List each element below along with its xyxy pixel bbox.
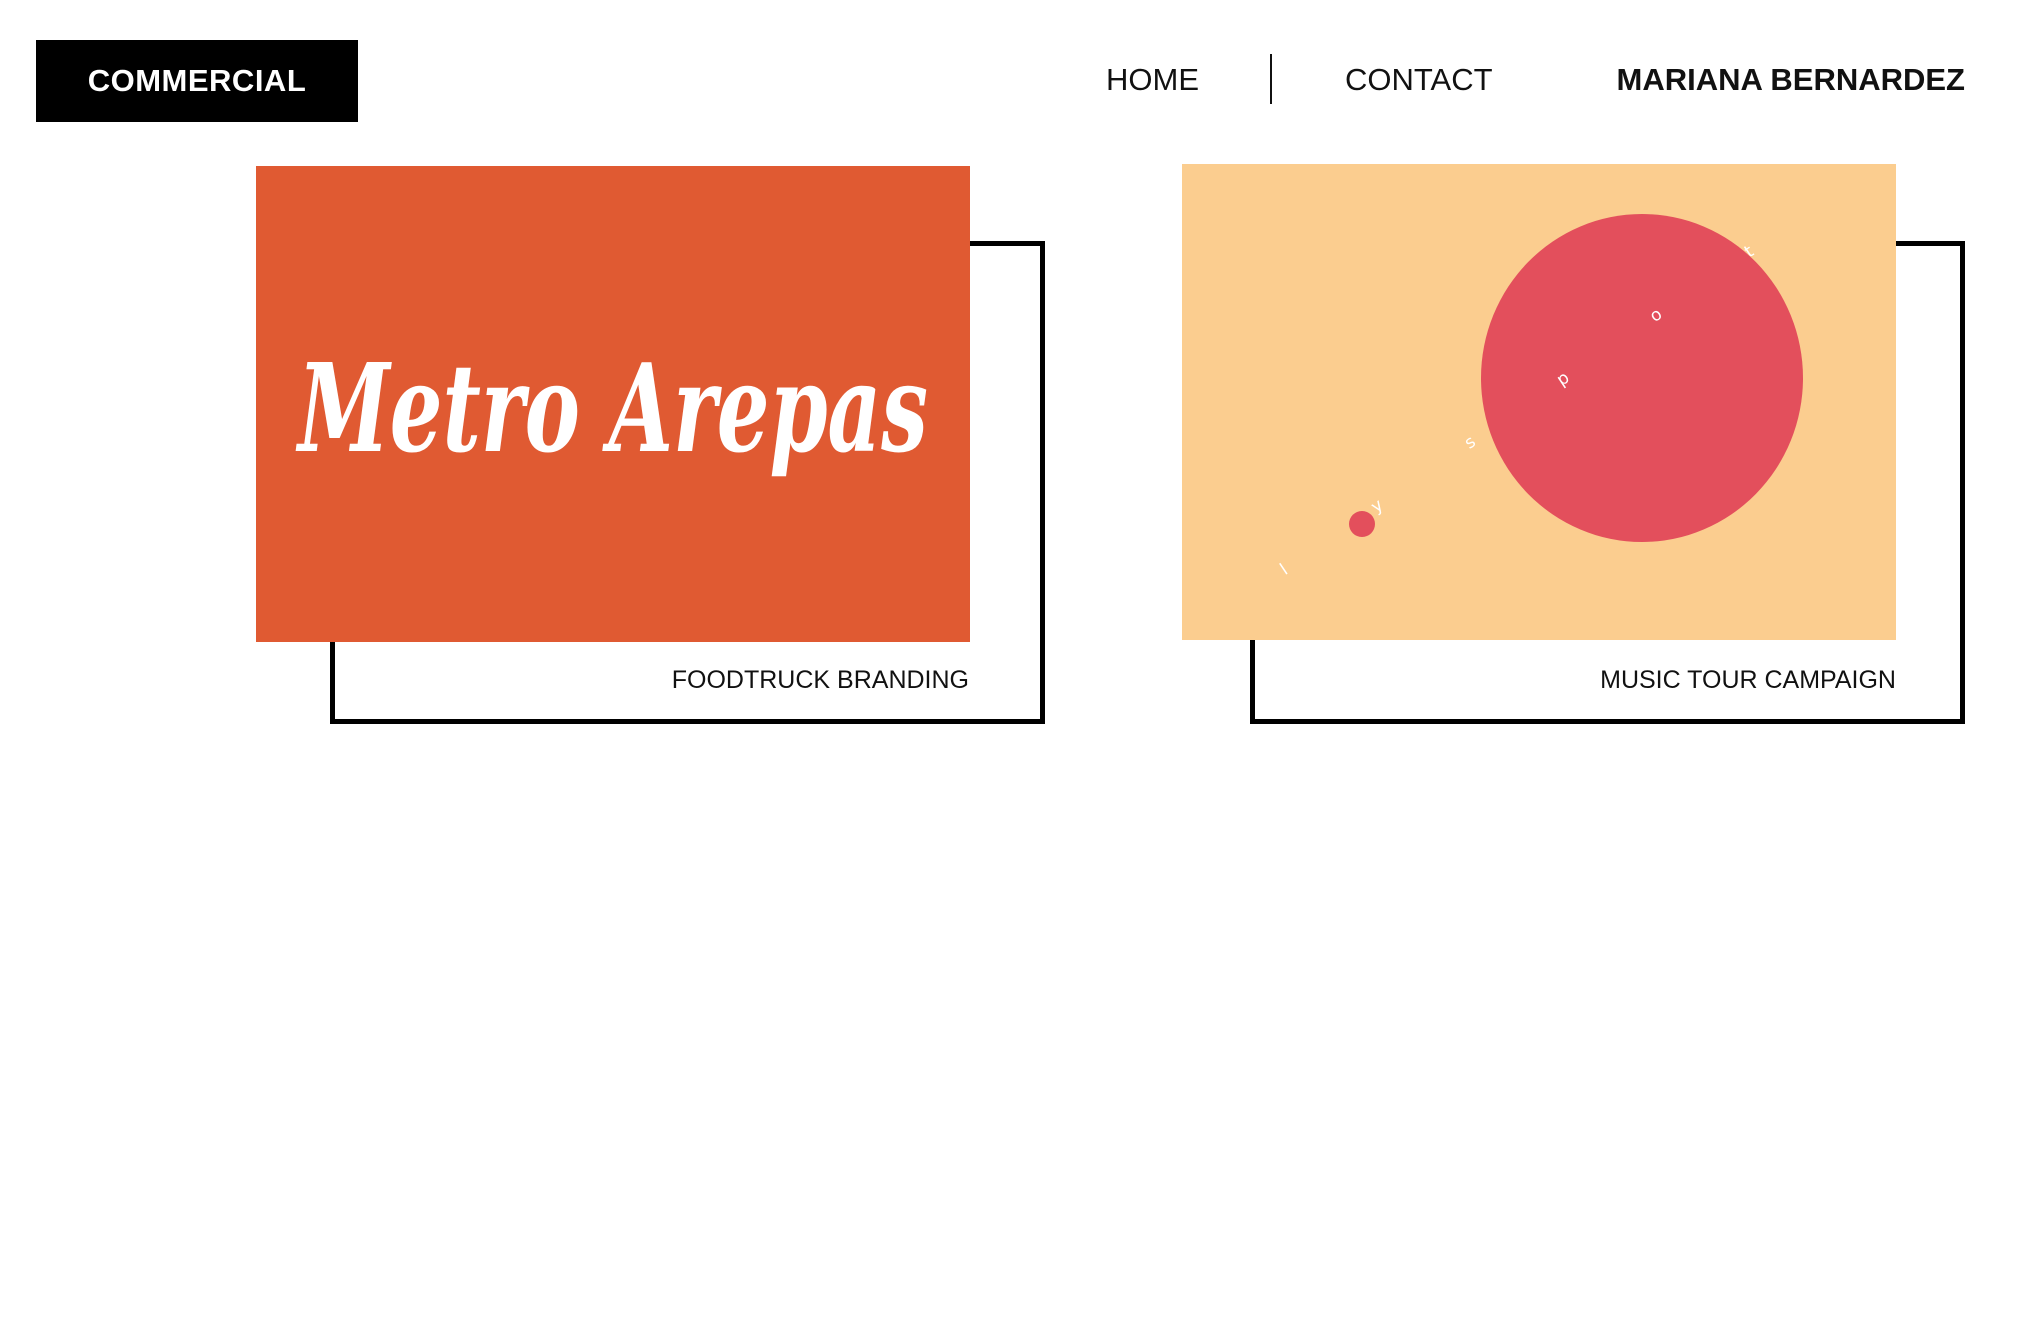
nav-contact-link[interactable]: CONTACT xyxy=(1345,60,1493,100)
project-caption-music-tour[interactable]: MUSIC TOUR CAMPAIGN xyxy=(1600,665,1896,695)
metro-arepas-artwork: Metro Arepas xyxy=(256,166,970,642)
project-caption-metro-arepas[interactable]: FOODTRUCK BRANDING xyxy=(672,665,969,695)
music-tour-big-circle xyxy=(1481,214,1803,542)
music-tour-small-dot xyxy=(1349,511,1375,537)
nav-home-link[interactable]: HOME xyxy=(1106,60,1199,100)
project-image-metro-arepas[interactable]: Metro Arepas xyxy=(256,166,970,642)
site-owner-name: MARIANA BERNARDEZ xyxy=(1616,62,1965,97)
category-badge[interactable]: COMMERCIAL xyxy=(36,40,358,122)
music-tour-artwork: lyspot xyxy=(1182,164,1896,640)
category-label: COMMERCIAL xyxy=(87,63,307,98)
nav-divider xyxy=(1270,54,1272,104)
metro-arepas-logo-text: Metro Arepas xyxy=(295,336,928,480)
project-image-music-tour[interactable]: lyspot xyxy=(1182,164,1896,640)
